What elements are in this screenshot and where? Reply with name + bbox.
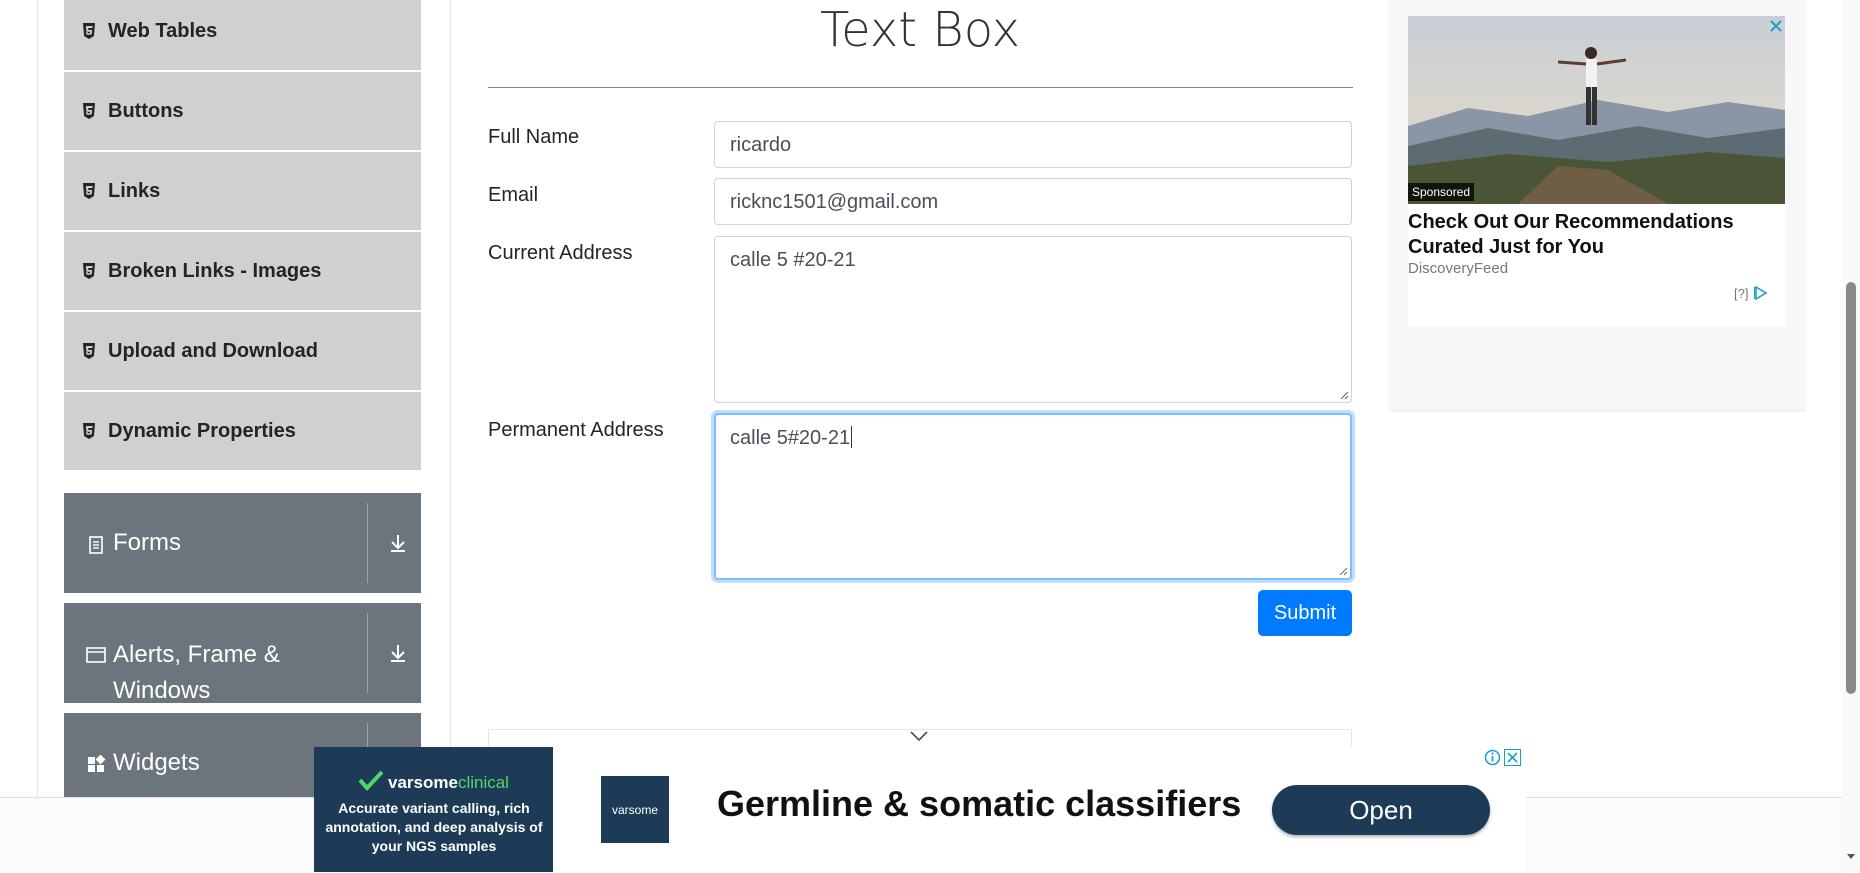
sidebar-item-label: Links [108, 179, 161, 202]
brand-main: varsome [388, 773, 458, 792]
sidebar-item-upload-download[interactable]: Upload and Download [64, 312, 421, 390]
html5-icon [83, 103, 95, 119]
ad-bottom-headline[interactable]: Germline & somatic classifiers [717, 783, 1241, 825]
adchoices-icon[interactable] [1754, 286, 1768, 300]
ad-landscape-image [1408, 16, 1785, 204]
group-label-line1: Alerts, Frame & [113, 641, 280, 668]
email-input[interactable]: ricknc1501@gmail.com [714, 178, 1352, 225]
sidebar-group-forms[interactable]: Forms [64, 493, 421, 593]
resize-grip-icon[interactable] [1340, 391, 1349, 400]
sidebar-item-dynamic-properties[interactable]: Dynamic Properties [64, 392, 421, 470]
chevron-down-icon[interactable] [908, 728, 930, 744]
html5-icon [83, 263, 95, 279]
open-button[interactable]: Open [1272, 785, 1490, 835]
scroll-down-arrow-icon[interactable] [1845, 850, 1857, 862]
submit-button[interactable]: Submit [1258, 590, 1352, 636]
document-icon [89, 536, 103, 554]
sidebar-item-web-tables[interactable]: Web Tables [64, 0, 421, 70]
text-caret [851, 426, 853, 448]
group-label: Widgets [113, 749, 200, 776]
current-address-textarea[interactable]: calle 5 #20-21 [714, 236, 1352, 403]
current-address-value: calle 5 #20-21 [730, 249, 856, 271]
bottom-banner-ad[interactable]: varsomeclinical Accurate variant calling… [314, 747, 1526, 872]
sidebar-item-buttons[interactable]: Buttons [64, 72, 421, 150]
ad-card[interactable]: Sponsored Check Out Our Recommendations … [1408, 16, 1785, 326]
close-icon[interactable] [1768, 18, 1784, 34]
sidebar-item-broken-links[interactable]: Broken Links - Images [64, 232, 421, 310]
sidebar-group-alerts-frame-windows[interactable]: Alerts, Frame & Windows [64, 603, 421, 704]
download-arrow-icon[interactable] [386, 641, 410, 665]
scrollbar-thumb[interactable] [1846, 282, 1856, 694]
sponsored-label: Sponsored [1408, 183, 1475, 201]
full-name-input[interactable]: ricardo [714, 121, 1352, 168]
title-divider [488, 87, 1353, 88]
sidebar-item-links[interactable]: Links [64, 152, 421, 230]
full-name-value: ricardo [730, 134, 792, 156]
varsome-logo: varsome [601, 776, 669, 843]
ad-description: Accurate variant calling, rich annotatio… [325, 800, 543, 854]
sidebar-divider [450, 0, 451, 800]
brand-sub: clinical [457, 773, 509, 792]
sidebar-item-label: Upload and Download [108, 339, 318, 362]
permanent-address-value: calle 5#20-21 [730, 427, 851, 449]
html5-icon [83, 183, 95, 199]
html5-icon [83, 423, 95, 439]
ad-photo[interactable] [1408, 16, 1785, 204]
sponsored-ad-panel: Sponsored Check Out Our Recommendations … [1390, 0, 1805, 410]
current-address-label: Current Address [488, 242, 633, 264]
info-icon[interactable] [1484, 749, 1501, 766]
widgets-icon [88, 755, 106, 772]
group-label: Forms [113, 529, 181, 556]
download-arrow-icon[interactable] [386, 531, 410, 555]
left-gutter-line [37, 0, 38, 800]
full-name-label: Full Name [488, 126, 580, 148]
sidebar-item-label: Dynamic Properties [108, 419, 296, 442]
resize-grip-icon[interactable] [1339, 567, 1348, 576]
window-icon [86, 647, 106, 663]
group-separator [367, 613, 368, 693]
group-label-line2: Windows [113, 677, 211, 704]
html5-icon [83, 23, 95, 39]
sidebar-item-label: Web Tables [108, 19, 218, 42]
sidebar-item-label: Broken Links - Images [108, 259, 322, 282]
group-separator [367, 503, 368, 583]
varsome-brand: varsomeclinical [388, 773, 509, 793]
email-value: ricknc1501@gmail.com [730, 191, 939, 213]
sidebar-item-label: Buttons [108, 99, 184, 122]
page-title: Text Box [819, 2, 1021, 58]
ad-headline[interactable]: Check Out Our Recommendations Curated Ju… [1408, 210, 1778, 260]
permanent-address-textarea[interactable]: calle 5#20-21 [714, 413, 1352, 580]
ad-source[interactable]: DiscoveryFeed [1408, 260, 1508, 277]
html5-icon [83, 343, 95, 359]
email-label: Email [488, 184, 539, 206]
permanent-address-label: Permanent Address [488, 419, 664, 441]
varsome-clinical-panel[interactable]: varsomeclinical Accurate variant calling… [314, 747, 553, 872]
ad-help[interactable]: [?] [1734, 286, 1748, 301]
close-icon[interactable] [1504, 749, 1521, 766]
checkmark-logo-icon [358, 770, 384, 791]
